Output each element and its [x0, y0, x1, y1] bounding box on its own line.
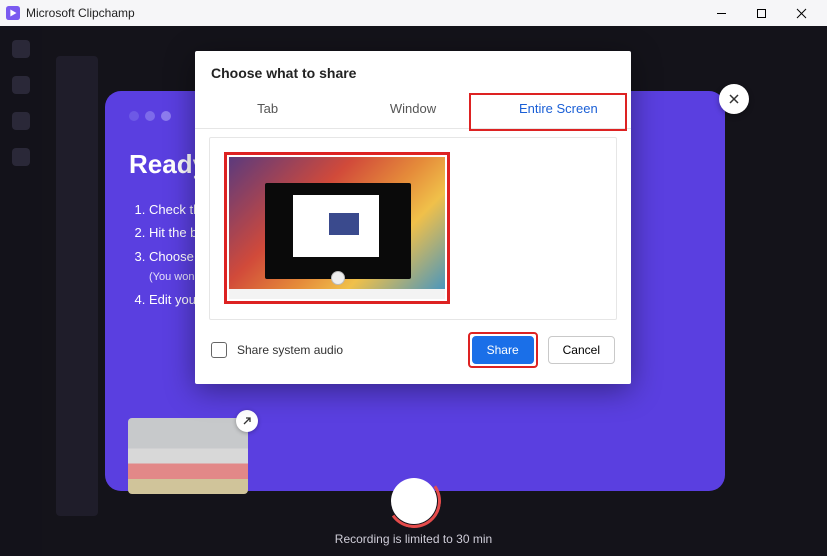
webcam-preview[interactable]: [128, 418, 248, 494]
screen-thumbnail[interactable]: [229, 157, 445, 299]
clipchamp-logo-icon: [6, 6, 20, 20]
app-body: Ready to Check the Hit the bi Choose a(Y…: [0, 26, 827, 556]
minimize-button[interactable]: [701, 0, 741, 26]
dialog-title: Choose what to share: [195, 51, 631, 91]
share-source-tabs: Tab Window Entire Screen: [195, 91, 631, 129]
record-button[interactable]: [391, 478, 437, 524]
thumbnail-window: [265, 183, 411, 279]
cancel-button[interactable]: Cancel: [548, 336, 615, 364]
share-button[interactable]: Share: [472, 336, 534, 364]
screen-preview-area: [209, 137, 617, 320]
maximize-button[interactable]: [741, 0, 781, 26]
sidebar-icon[interactable]: [12, 148, 30, 166]
sidebar-icon[interactable]: [12, 76, 30, 94]
close-icon: [796, 8, 807, 19]
annotation-highlight: Share: [468, 332, 538, 368]
maximize-icon: [756, 8, 767, 19]
share-audio-label[interactable]: Share system audio: [237, 343, 458, 357]
window-titlebar: Microsoft Clipchamp: [0, 0, 827, 26]
recording-limit-text: Recording is limited to 30 min: [0, 532, 827, 546]
dialog-footer: Share system audio Share Cancel: [195, 320, 631, 372]
tab-window[interactable]: Window: [340, 91, 485, 128]
app-title: Microsoft Clipchamp: [26, 6, 135, 20]
minimize-icon: [716, 8, 727, 19]
tab-tab[interactable]: Tab: [195, 91, 340, 128]
annotation-highlight: [224, 152, 450, 304]
close-button[interactable]: [781, 0, 821, 26]
app-sidebar: [0, 26, 42, 556]
share-screen-dialog: Choose what to share Tab Window Entire S…: [195, 51, 631, 384]
share-audio-checkbox[interactable]: [211, 342, 227, 358]
close-overlay-button[interactable]: [719, 84, 749, 114]
tab-entire-screen[interactable]: Entire Screen: [486, 91, 631, 128]
sidebar-icon[interactable]: [12, 40, 30, 58]
sidebar-icon[interactable]: [12, 112, 30, 130]
x-icon: [727, 92, 741, 106]
media-panel: [56, 56, 98, 516]
expand-arrow-icon: [241, 415, 253, 427]
expand-preview-button[interactable]: [236, 410, 258, 432]
